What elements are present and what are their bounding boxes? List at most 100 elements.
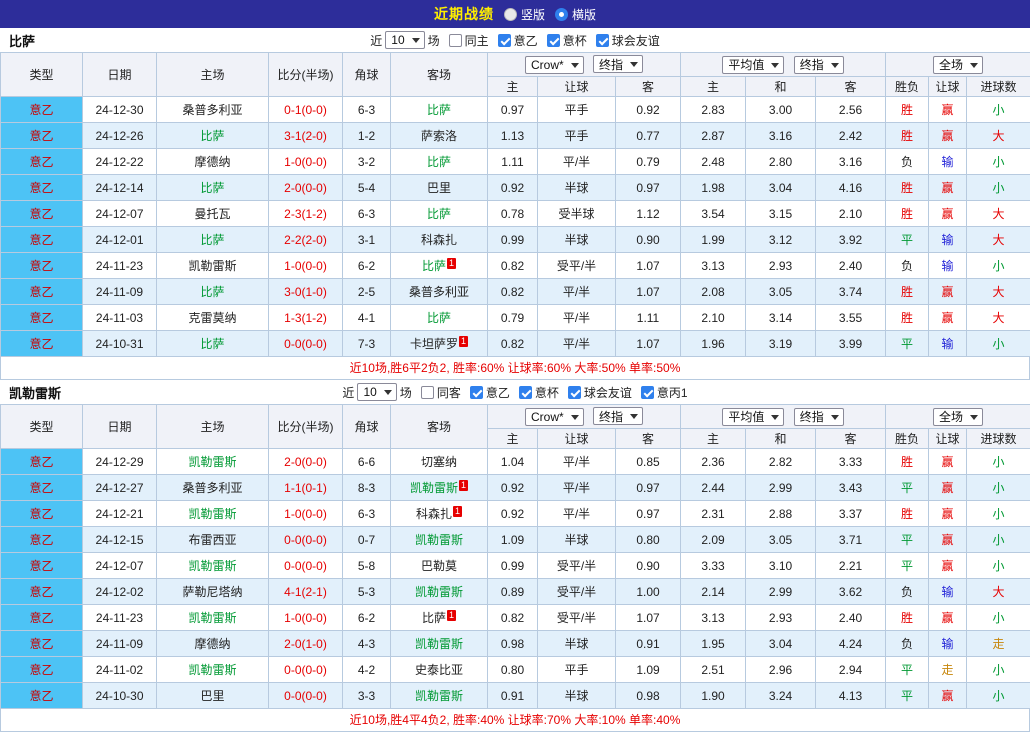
team-name: 凯勒雷斯: [188, 507, 236, 521]
filter-checkbox-意乙[interactable]: [470, 386, 483, 399]
filter-checkbox-意杯[interactable]: [519, 386, 532, 399]
avg-home-cell: 1.95: [681, 631, 746, 657]
bookmaker-select[interactable]: Crow*: [525, 56, 584, 74]
filter-checkbox-意丙1[interactable]: [641, 386, 654, 399]
team-name: 凯勒雷斯: [188, 559, 236, 573]
avg-home-cell: 1.96: [681, 331, 746, 357]
home-odds-cell: 0.99: [488, 227, 538, 253]
avg-home-cell: 1.90: [681, 683, 746, 709]
date-cell: 24-12-07: [83, 553, 157, 579]
closing-odds-select-2[interactable]: 终指: [794, 408, 844, 426]
fulltime-select[interactable]: 全场: [933, 408, 983, 426]
team-cell: 萨勒尼塔纳: [157, 579, 269, 605]
match-row: 意乙24-11-23凯勒雷斯1-0(0-0)6-2比萨10.82受平/半1.07…: [1, 605, 1030, 631]
bookmaker-select-value: Crow*: [531, 58, 564, 72]
home-odds-cell: 0.91: [488, 683, 538, 709]
home-odds-cell: 0.97: [488, 97, 538, 123]
goals-result-cell: 大: [967, 279, 1030, 305]
focal-team-cell: 比萨: [391, 97, 488, 123]
home-odds-cell: 0.92: [488, 501, 538, 527]
result-cell: 平: [886, 227, 929, 253]
result-cell: 胜: [886, 501, 929, 527]
score-cell: 3-0(1-0): [269, 279, 343, 305]
handicap-cell: 平/半: [538, 279, 616, 305]
corner-cell: 2-5: [343, 279, 391, 305]
home-odds-cell: 0.82: [488, 279, 538, 305]
filter-checkbox-意乙[interactable]: [498, 34, 511, 47]
filter-checkbox-意杯[interactable]: [547, 34, 560, 47]
recent-count-select[interactable]: 10: [357, 383, 396, 401]
date-cell: 24-12-29: [83, 449, 157, 475]
team-name: 凯勒雷斯: [188, 455, 236, 469]
team-name: 切塞纳: [421, 455, 457, 469]
corner-cell: 7-3: [343, 331, 391, 357]
avg-home-cell: 2.51: [681, 657, 746, 683]
league-cell: 意乙: [1, 605, 83, 631]
date-cell: 24-11-03: [83, 305, 157, 331]
home-odds-cell: 0.79: [488, 305, 538, 331]
col-away: 客场: [391, 53, 488, 97]
closing-odds-select-2-value: 终指: [800, 408, 824, 425]
league-cell: 意乙: [1, 631, 83, 657]
bookmaker-select[interactable]: Crow*: [525, 408, 584, 426]
team-cell: 克雷莫纳: [157, 305, 269, 331]
result-group: 全场: [886, 405, 1030, 429]
corner-cell: 6-2: [343, 253, 391, 279]
horizontal-radio[interactable]: [555, 8, 568, 21]
date-cell: 24-12-27: [83, 475, 157, 501]
average-select[interactable]: 平均值: [722, 408, 784, 426]
recent-count-select[interactable]: 10: [385, 31, 424, 49]
team-cell: 科森扎: [391, 227, 488, 253]
team-name: 凯勒雷斯: [410, 481, 458, 495]
avg-draw-cell: 3.00: [746, 97, 816, 123]
avg-draw-cell: 2.88: [746, 501, 816, 527]
col-type: 类型: [1, 53, 83, 97]
league-cell: 意乙: [1, 201, 83, 227]
recent-count-value: 10: [363, 385, 376, 399]
league-cell: 意乙: [1, 97, 83, 123]
handicap-cell: 平手: [538, 123, 616, 149]
avg-home-cell: 2.36: [681, 449, 746, 475]
closing-odds-select-2[interactable]: 终指: [794, 56, 844, 74]
match-row: 意乙24-11-09摩德纳2-0(1-0)4-3凯勒雷斯0.98半球0.911.…: [1, 631, 1030, 657]
team-name: 曼托瓦: [194, 207, 230, 221]
result-cell: 负: [886, 631, 929, 657]
team-cell: 摩德纳: [157, 631, 269, 657]
avg-home-cell: 2.14: [681, 579, 746, 605]
match-row: 意乙24-12-30桑普多利亚0-1(0-0)6-3比萨0.97平手0.922.…: [1, 97, 1030, 123]
match-row: 意乙24-12-15布雷西亚0-0(0-0)0-7凯勒雷斯1.09半球0.802…: [1, 527, 1030, 553]
date-cell: 24-11-09: [83, 631, 157, 657]
match-row: 意乙24-12-02萨勒尼塔纳4-1(2-1)5-3凯勒雷斯0.89受平/半1.…: [1, 579, 1030, 605]
avg-draw-cell: 2.82: [746, 449, 816, 475]
away-odds-cell: 1.07: [616, 331, 681, 357]
score-cell: 0-0(0-0): [269, 657, 343, 683]
vertical-radio[interactable]: [504, 8, 517, 21]
col-score: 比分(半场): [269, 53, 343, 97]
closing-odds-select[interactable]: 终指: [593, 407, 643, 425]
score-cell: 3-1(2-0): [269, 123, 343, 149]
filter-checkbox-同主[interactable]: [449, 34, 462, 47]
league-cell: 意乙: [1, 175, 83, 201]
avg-away-cell: 3.99: [816, 331, 886, 357]
result-group: 全场: [886, 53, 1030, 77]
avg-away-cell: 3.74: [816, 279, 886, 305]
score-cell: 2-0(0-0): [269, 449, 343, 475]
closing-odds-select[interactable]: 终指: [593, 55, 643, 73]
date-cell: 24-12-07: [83, 201, 157, 227]
league-cell: 意乙: [1, 475, 83, 501]
score-cell: 2-3(1-2): [269, 201, 343, 227]
avg-draw-cell: 3.12: [746, 227, 816, 253]
handicap-cell: 平/半: [538, 149, 616, 175]
recent-matches-table: 类型 日期 主场 比分(半场) 角球 客场 Crow* 终指 平均值 终指 全场: [0, 52, 1030, 357]
filter-checkbox-同客[interactable]: [421, 386, 434, 399]
corner-cell: 4-1: [343, 305, 391, 331]
europe-odds-group: 平均值 终指: [681, 53, 886, 77]
average-select[interactable]: 平均值: [722, 56, 784, 74]
sub-home-odds: 主: [488, 77, 538, 97]
fulltime-select[interactable]: 全场: [933, 56, 983, 74]
col-corner: 角球: [343, 53, 391, 97]
filter-checkbox-球会友谊[interactable]: [568, 386, 581, 399]
filter-checkbox-球会友谊[interactable]: [596, 34, 609, 47]
focal-team-cell: 凯勒雷斯: [157, 553, 269, 579]
avg-home-cell: 2.44: [681, 475, 746, 501]
